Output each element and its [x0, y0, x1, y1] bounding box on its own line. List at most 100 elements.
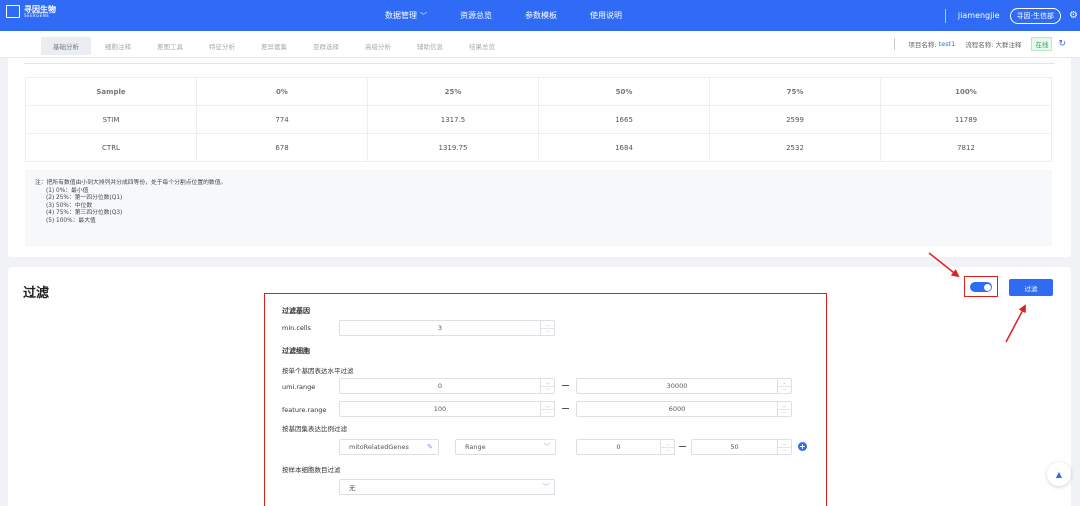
table-cell: 1684	[538, 133, 710, 162]
per-sample-select[interactable]: 无 ﹀	[339, 479, 555, 495]
divider	[944, 8, 946, 23]
chevron-up-icon: ︿	[541, 379, 554, 387]
per-sample-filter-label: 按样本细胞数目过滤	[282, 466, 341, 474]
brand-logo[interactable]: 寻因生物 SEEKGENE	[6, 5, 56, 18]
table-row: STIM 774 1317.5 1665 2599 11789	[25, 105, 1052, 134]
umi-max-input[interactable]: 30000 ︿ ﹀	[576, 378, 792, 394]
flow-name-value: 大群注释	[995, 41, 1022, 49]
refresh-icon[interactable]: ↻	[1058, 39, 1066, 49]
status-badge: 在线	[1031, 37, 1053, 51]
table-cell: 1319.75	[367, 133, 539, 162]
chevron-down-icon: ﹀	[545, 411, 550, 416]
min-cells-input[interactable]: 3 ︿ ﹀	[339, 320, 555, 336]
quantile-note: 注：把所有数值由小到大排列并分成四等份，处于每个分割点位置的数值。 (1) 0%…	[25, 170, 1052, 246]
plus-circle-icon[interactable]: +	[798, 442, 807, 451]
feature-range-label: feature.range	[282, 406, 327, 414]
chevron-up-icon: ︿	[541, 402, 554, 410]
back-to-top-button[interactable]: ▲	[1047, 462, 1071, 486]
ratio-min-input[interactable]: 0 ︿ ﹀	[576, 439, 675, 455]
column-header: Sample	[25, 77, 197, 106]
main-nav: 数据管理 ﹀ 资源总览 参数模板 使用说明	[385, 0, 655, 31]
tab-cell-annotation[interactable]: 细胞注释	[93, 37, 143, 55]
note-title: 注：把所有数值由小到大排列并分成四等份，处于每个分割点位置的数值。	[35, 180, 227, 186]
nav-resource-overview[interactable]: 资源总览	[460, 10, 492, 21]
feature-max-input[interactable]: 6000 ︿ ﹀	[576, 401, 792, 417]
divider	[24, 63, 1055, 64]
gene-filter-heading: 过滤基因	[282, 307, 310, 315]
quantile-card: Sample 0% 25% 50% 75% 100% STIM 774 1317…	[8, 58, 1071, 257]
nav-parameter-templates[interactable]: 参数模板	[525, 10, 557, 21]
chevron-down-icon: ﹀	[543, 443, 551, 451]
stepper[interactable]: ︿ ﹀	[777, 402, 791, 416]
chevron-up-icon: ︿	[541, 321, 554, 329]
nav-data-management[interactable]: 数据管理 ﹀	[385, 10, 427, 21]
table-cell: CTRL	[25, 133, 197, 162]
edit-icon[interactable]: ✎	[427, 443, 433, 451]
feature-min-input[interactable]: 100 ︿ ﹀	[339, 401, 555, 417]
table-cell: 11789	[880, 105, 1052, 134]
top-navbar: 寻因生物 SEEKGENE 数据管理 ﹀ 资源总览 参数模板 使用说明 jiame…	[0, 0, 1080, 31]
tab-basic-analysis[interactable]: 基础分析	[41, 37, 91, 55]
table-cell: 1665	[538, 105, 710, 134]
column-header: 100%	[880, 77, 1052, 106]
note-item: (3) 50%：中位数	[46, 202, 93, 209]
tab-result-overview[interactable]: 结果总览	[457, 37, 507, 55]
chevron-down-icon: ﹀	[420, 12, 427, 20]
filter-form: 过滤基因 min.cells 3 ︿ ﹀ 过滤细胞 按单个基因表达水平过滤 umi…	[264, 293, 827, 506]
ratio-max-input[interactable]: 50 ︿ ﹀	[691, 439, 792, 455]
column-header: 50%	[538, 77, 710, 106]
tab-auxiliary-info[interactable]: 辅助信息	[405, 37, 455, 55]
analysis-subnav: 基础分析 细胞注释 差图工具 特征分析 差异富集 亚群选择 高级分析 辅助信息 …	[0, 31, 1080, 58]
nav-instructions[interactable]: 使用说明	[590, 10, 622, 21]
per-gene-filter-label: 按单个基因表达水平过滤	[282, 367, 354, 375]
brand-subtitle: SEEKGENE	[24, 12, 50, 18]
tab-diff-enrichment[interactable]: 差异富集	[249, 37, 299, 55]
stepper[interactable]: ︿ ﹀	[777, 440, 791, 454]
note-item: (1) 0%：最小值	[46, 187, 89, 194]
chevron-down-icon: ﹀	[782, 449, 787, 454]
note-item: (4) 75%：第三四分位数(Q3)	[46, 210, 123, 217]
stepper[interactable]: ︿ ﹀	[540, 402, 554, 416]
filter-button[interactable]: 过滤	[1009, 279, 1053, 296]
table-cell: 7812	[880, 133, 1052, 162]
table-cell: 774	[196, 105, 368, 134]
project-name-label: 项目名称:	[908, 41, 937, 49]
column-header: 75%	[709, 77, 881, 106]
project-name-value[interactable]: test1	[939, 40, 956, 48]
chevron-down-icon: ﹀	[665, 449, 670, 454]
umi-min-input[interactable]: 0 ︿ ﹀	[339, 378, 555, 394]
chevron-up-icon: ︿	[778, 402, 791, 410]
chevron-up-icon: ︿	[778, 379, 791, 387]
note-item: (2) 25%：第一四分位数(Q1)	[46, 195, 123, 202]
gear-icon[interactable]: ⚙	[1069, 10, 1078, 21]
range-dash	[562, 408, 569, 409]
umi-range-label: umi.range	[282, 383, 316, 391]
tab-subcluster-select[interactable]: 亚群选择	[301, 37, 351, 55]
logo-icon	[6, 5, 20, 18]
chevron-down-icon: ﹀	[545, 330, 550, 335]
stepper[interactable]: ︿ ﹀	[540, 379, 554, 393]
note-item: (5) 100%：最大值	[46, 217, 96, 224]
filter-toggle[interactable]	[970, 282, 992, 292]
chevron-up-icon: ︿	[661, 440, 674, 448]
tab-feature-analysis[interactable]: 特征分析	[197, 37, 247, 55]
geneset-select[interactable]: mitoRelatedGenes ✎	[339, 439, 439, 455]
toggle-highlight	[964, 276, 998, 297]
stepper[interactable]: ︿ ﹀	[660, 440, 674, 454]
mode-select[interactable]: Range ﹀	[455, 439, 556, 455]
tab-plot-tools[interactable]: 差图工具	[145, 37, 195, 55]
stepper[interactable]: ︿ ﹀	[777, 379, 791, 393]
table-cell: 2599	[709, 105, 881, 134]
flow-name-label: 流程名称:	[965, 41, 994, 49]
table-cell: 1317.5	[367, 105, 539, 134]
range-dash	[562, 385, 569, 386]
chevron-up-icon: ︿	[778, 440, 791, 448]
quantile-table: Sample 0% 25% 50% 75% 100% STIM 774 1317…	[25, 77, 1052, 162]
tab-advanced-analysis[interactable]: 高级分析	[353, 37, 403, 55]
company-badge[interactable]: 寻因-生信部	[1009, 7, 1062, 24]
table-cell: 2532	[709, 133, 881, 162]
table-row: CTRL 678 1319.75 1684 2532 7812	[25, 133, 1052, 162]
stepper[interactable]: ︿ ﹀	[540, 321, 554, 335]
column-header: 0%	[196, 77, 368, 106]
user-name[interactable]: jiamengjie	[958, 11, 1000, 20]
